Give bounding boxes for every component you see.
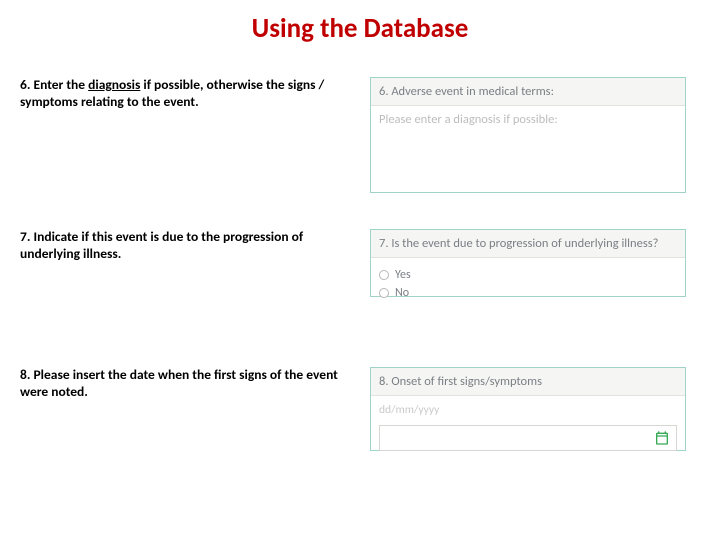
item-6-panel: 6. Adverse event in medical terms: Pleas… xyxy=(370,77,686,193)
content-area: 6. Enter the diagnosis if possible, othe… xyxy=(0,77,720,451)
item-7-panel-header: 7. Is the event due to progression of un… xyxy=(371,230,685,258)
diagnosis-word: diagnosis xyxy=(88,76,140,93)
item-8-panel: 8. Onset of first signs/symptoms dd/mm/y… xyxy=(370,367,686,451)
radio-icon xyxy=(379,288,389,298)
item-8-row: 8. Please insert the date when the first… xyxy=(20,367,700,451)
item-8-body: dd/mm/yyyy xyxy=(371,396,685,457)
page-title: Using the Database xyxy=(0,0,720,53)
item-7-instruction: 7. Indicate if this event is due to the … xyxy=(20,229,358,263)
item-6-row: 6. Enter the diagnosis if possible, othe… xyxy=(20,77,700,193)
item-7-options: Yes No xyxy=(371,258,685,308)
option-yes[interactable]: Yes xyxy=(379,268,677,282)
option-yes-label: Yes xyxy=(395,268,411,282)
item-6-instruction: 6. Enter the diagnosis if possible, othe… xyxy=(20,77,358,111)
date-format-hint: dd/mm/yyyy xyxy=(379,403,677,417)
text: 6. Enter the xyxy=(20,76,88,93)
option-no-label: No xyxy=(395,286,409,300)
item-8-panel-header: 8. Onset of first signs/symptoms xyxy=(371,368,685,396)
radio-icon xyxy=(379,270,389,280)
item-7-row: 7. Indicate if this event is due to the … xyxy=(20,229,700,297)
item-8-instruction: 8. Please insert the date when the first… xyxy=(20,367,358,401)
option-no[interactable]: No xyxy=(379,286,677,300)
calendar-icon xyxy=(654,430,670,446)
item-7-panel: 7. Is the event due to progression of un… xyxy=(370,229,686,297)
item-6-panel-header: 6. Adverse event in medical terms: xyxy=(371,78,685,106)
onset-date-input[interactable] xyxy=(379,425,677,451)
diagnosis-textarea[interactable]: Please enter a diagnosis if possible: xyxy=(371,106,685,133)
